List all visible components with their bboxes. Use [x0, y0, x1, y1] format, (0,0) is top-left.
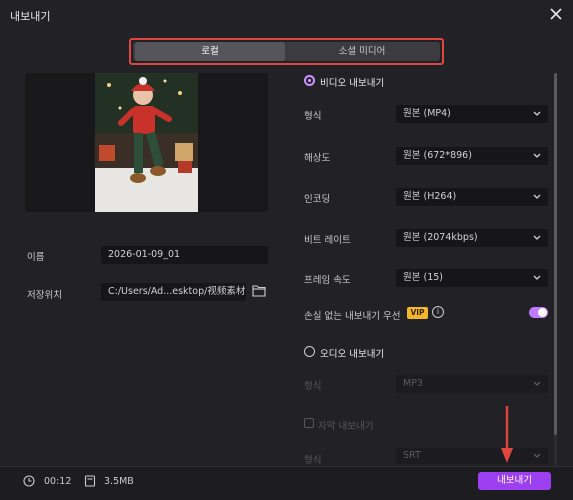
audio-format-select[interactable]: MP3 — [396, 375, 548, 393]
resolution-select[interactable]: 원본 (672*896) — [396, 147, 548, 165]
arrow-down-annotation — [501, 406, 513, 463]
bitrate-value: 원본 (2074kbps) — [403, 232, 478, 243]
framerate-select[interactable]: 원본 (15) — [396, 269, 548, 287]
audio-format-label: 형식 — [304, 381, 322, 392]
window-title: 내보내기 — [10, 10, 51, 23]
preview-thumbnail — [95, 73, 198, 212]
lossless-toggle[interactable] — [529, 307, 548, 318]
name-input[interactable]: 2026-01-09_01 — [101, 246, 268, 264]
framerate-label: 프레임 속도 — [304, 275, 351, 286]
video-export-label: 비디오 내보내기 — [320, 78, 385, 89]
chevron-down-icon — [533, 381, 541, 386]
video-preview — [25, 73, 268, 212]
encoding-select[interactable]: 원본 (H264) — [396, 188, 548, 206]
name-label: 이름 — [27, 252, 45, 263]
export-tabs: 로컬 소셜 미디어 — [133, 42, 440, 61]
chevron-down-icon — [533, 275, 541, 280]
framerate-value: 원본 (15) — [403, 272, 444, 283]
scrollbar[interactable] — [554, 73, 557, 465]
subtitle-export-label: 자막 내보내기 — [318, 421, 374, 432]
export-button[interactable]: 내보내기 — [478, 472, 551, 490]
chevron-down-icon — [533, 453, 541, 458]
location-input[interactable]: C:/Users/Ad...esktop/视频素材 — [101, 283, 246, 301]
audio-export-label: 오디오 내보내기 — [320, 349, 385, 360]
folder-icon[interactable] — [252, 284, 266, 297]
scrollbar-thumb[interactable] — [554, 73, 557, 435]
subtitle-format-value: SRT — [403, 450, 421, 461]
chevron-down-icon — [533, 194, 541, 199]
file-icon — [84, 475, 96, 487]
tab-social-media[interactable]: 소셜 미디어 — [287, 42, 437, 61]
title-bar: 내보내기 — [0, 0, 573, 30]
toggle-knob — [538, 308, 547, 317]
bitrate-select[interactable]: 원본 (2074kbps) — [396, 229, 548, 247]
video-format-label: 형식 — [304, 111, 322, 122]
duration-text: 00:12 — [44, 476, 72, 487]
lossless-label: 손실 없는 내보내기 우선 — [304, 311, 401, 322]
chevron-down-icon — [533, 153, 541, 158]
encoding-value: 원본 (H264) — [403, 191, 457, 202]
encoding-label: 인코딩 — [304, 194, 331, 205]
file-size-text: 3.5MB — [104, 476, 134, 487]
resolution-value: 원본 (672*896) — [403, 150, 472, 161]
clock-icon — [23, 475, 35, 487]
audio-format-value: MP3 — [403, 378, 423, 389]
bitrate-label: 비트 레이트 — [304, 235, 351, 246]
location-label: 저장위치 — [27, 290, 62, 301]
subtitle-format-label: 형식 — [304, 455, 322, 466]
subtitle-format-select[interactable]: SRT — [396, 448, 548, 464]
video-format-select[interactable]: 원본 (MP4) — [396, 105, 548, 123]
video-export-radio[interactable] — [304, 75, 315, 86]
info-icon[interactable]: i — [432, 306, 444, 318]
audio-export-radio[interactable] — [304, 346, 315, 357]
vip-badge: VIP — [407, 307, 428, 319]
close-icon[interactable] — [548, 6, 564, 22]
subtitle-checkbox[interactable] — [304, 418, 314, 428]
resolution-label: 해상도 — [304, 153, 331, 164]
tab-local[interactable]: 로컬 — [135, 42, 285, 61]
video-format-value: 원본 (MP4) — [403, 108, 451, 119]
chevron-down-icon — [533, 111, 541, 116]
chevron-down-icon — [533, 235, 541, 240]
